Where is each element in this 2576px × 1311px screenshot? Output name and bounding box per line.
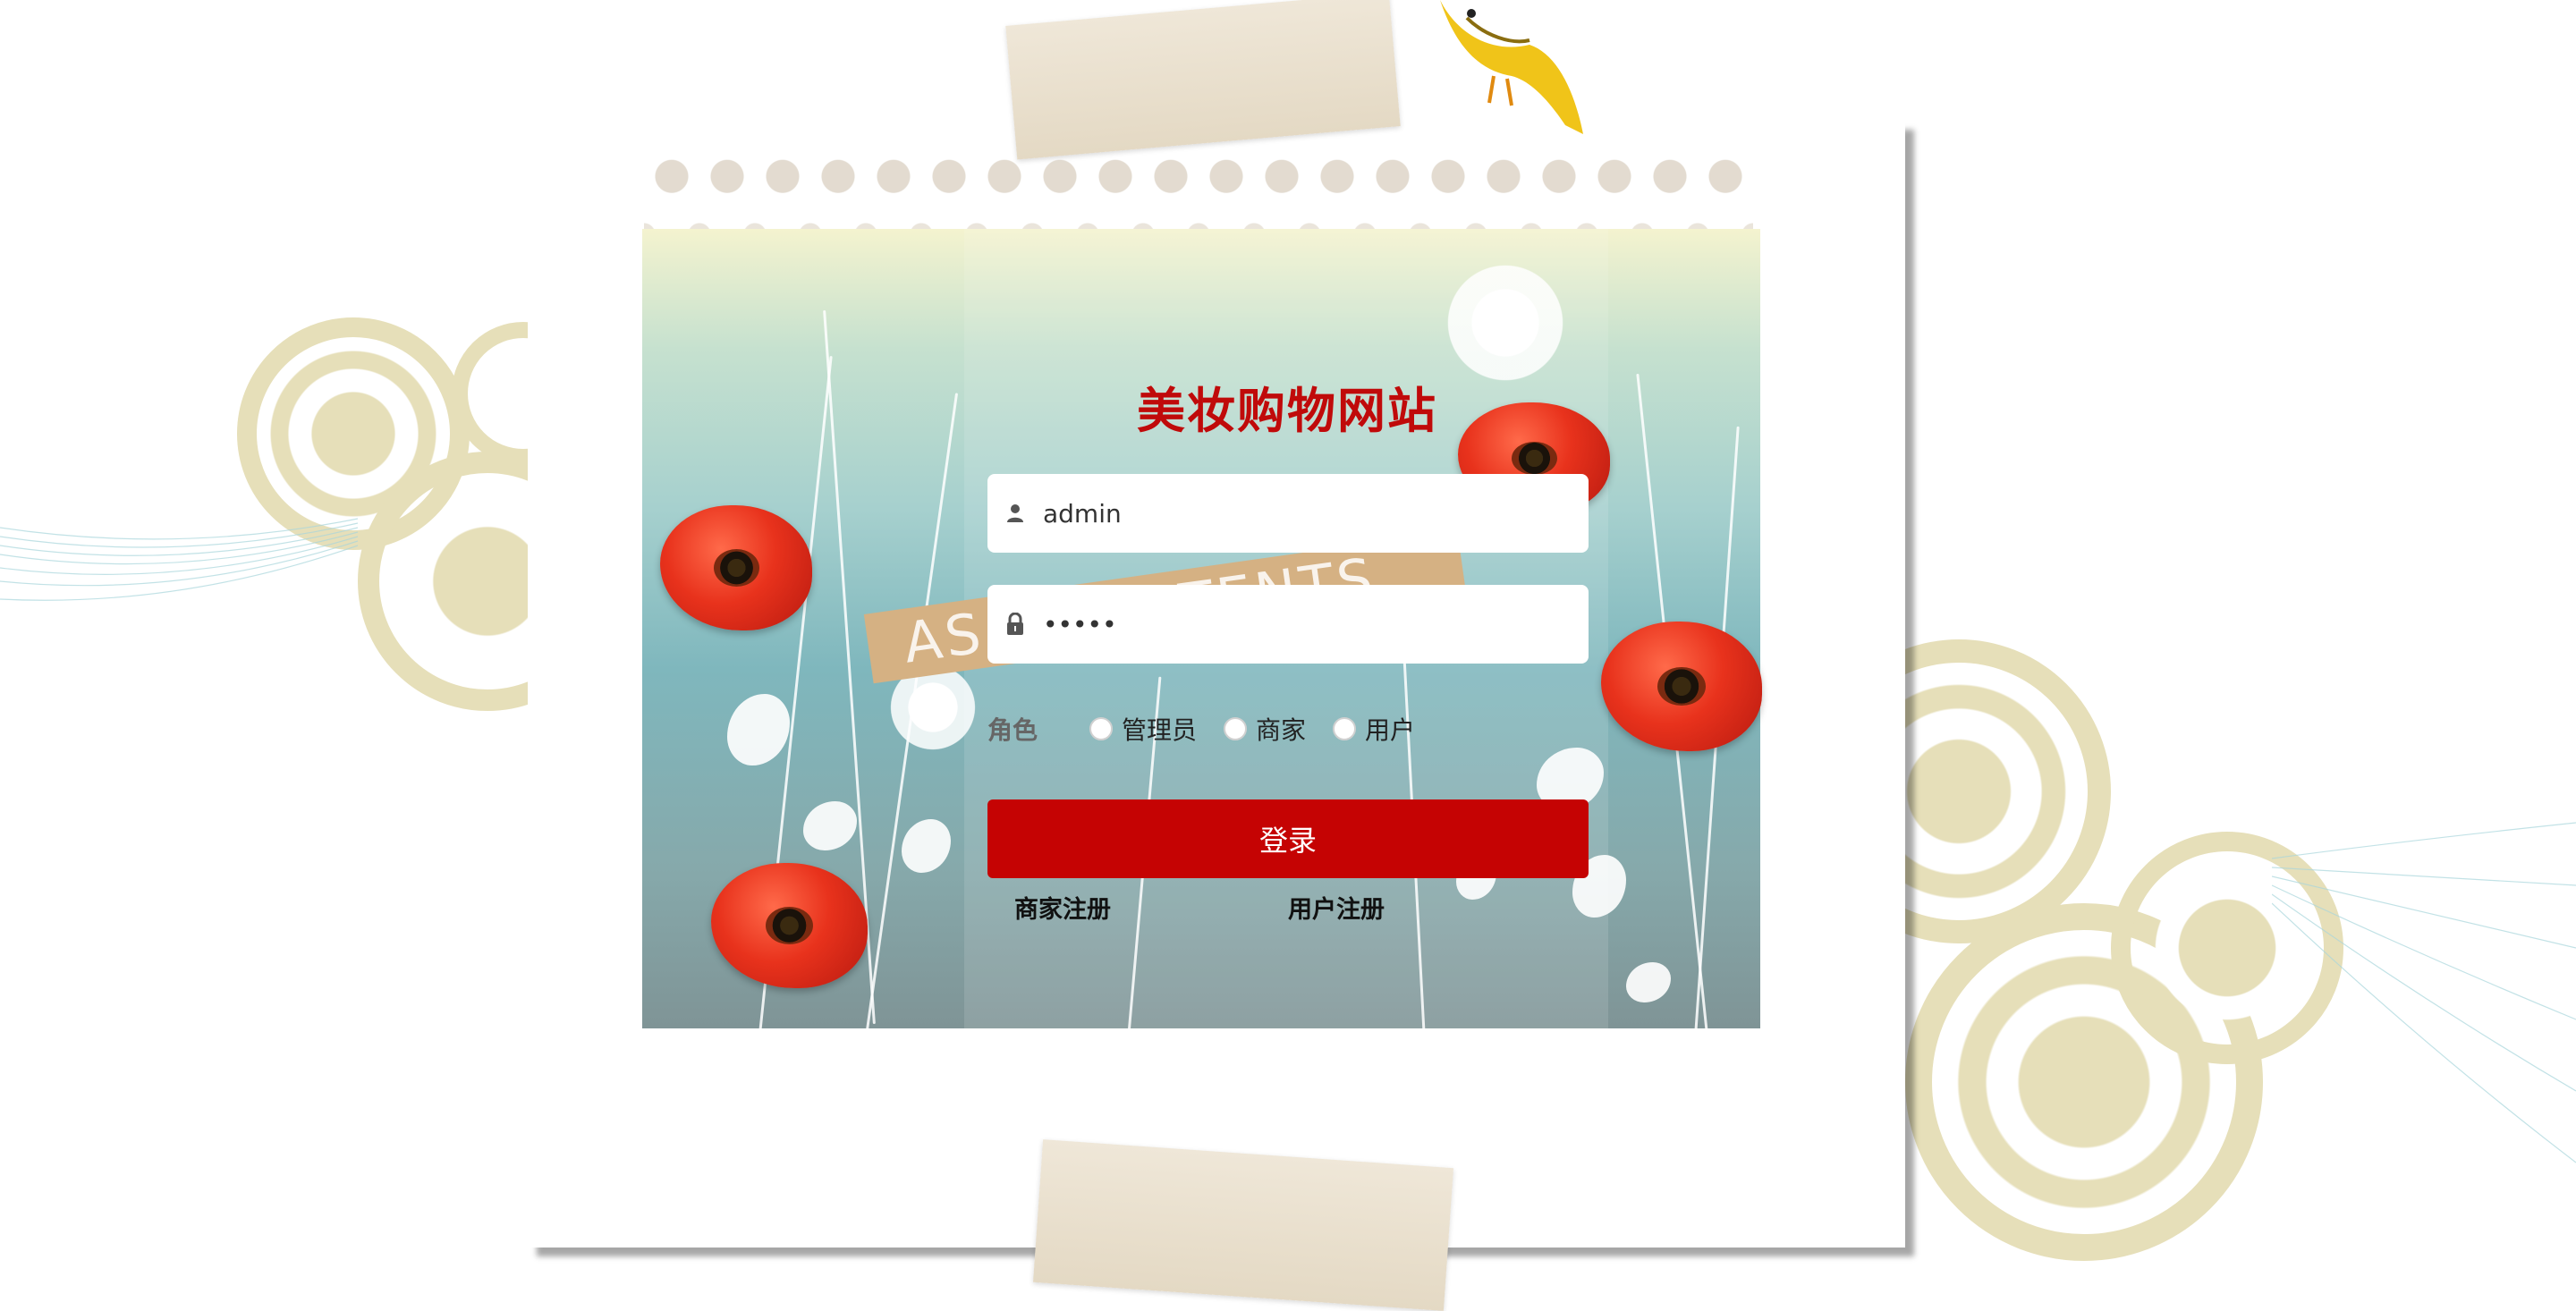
role-option-label: 商家	[1256, 715, 1307, 745]
lace-border	[644, 143, 1753, 233]
password-field[interactable]	[987, 585, 1589, 664]
role-option-admin[interactable]: 管理员	[1089, 711, 1197, 747]
user-icon	[1002, 500, 1029, 527]
poppy-flower	[660, 505, 812, 630]
role-label: 角色	[987, 715, 1038, 745]
poppy-flower	[711, 863, 868, 988]
decor-leaf	[902, 819, 951, 873]
role-option-user[interactable]: 用户	[1333, 711, 1415, 747]
decor-leaf	[727, 694, 790, 765]
bird-illustration	[1440, 0, 1583, 134]
lock-icon	[1002, 611, 1029, 638]
role-option-merchant[interactable]: 商家	[1224, 711, 1306, 747]
user-register-link[interactable]: 用户注册	[1288, 890, 1385, 925]
site-title: 美妆购物网站	[1137, 383, 1437, 439]
decor-leaf	[1626, 962, 1671, 1002]
decor-streaks-left	[0, 518, 359, 601]
merchant-register-link[interactable]: 商家注册	[1014, 890, 1111, 925]
poppy-flower	[1601, 622, 1762, 751]
role-option-label: 管理员	[1122, 715, 1198, 745]
tape-bottom	[1032, 1139, 1454, 1311]
username-field[interactable]	[987, 474, 1589, 553]
role-radio-admin[interactable]	[1089, 717, 1114, 740]
role-option-label: 用户	[1365, 715, 1416, 745]
password-input[interactable]	[1043, 609, 1589, 639]
decor-streaks-right	[2272, 822, 2576, 1163]
role-radio-user[interactable]	[1333, 717, 1357, 740]
username-input[interactable]	[1043, 498, 1589, 529]
page-background: ASA CONTENTS 美妆购物网站 角色 管理员 商家 用户 登录	[0, 0, 2576, 1311]
decor-leaf	[803, 801, 857, 850]
role-radio-merchant[interactable]	[1224, 717, 1248, 740]
decor-daisy	[1438, 256, 1572, 390]
login-button[interactable]: 登录	[987, 799, 1589, 878]
role-selector: 角色 管理员 商家 用户	[987, 706, 1442, 751]
